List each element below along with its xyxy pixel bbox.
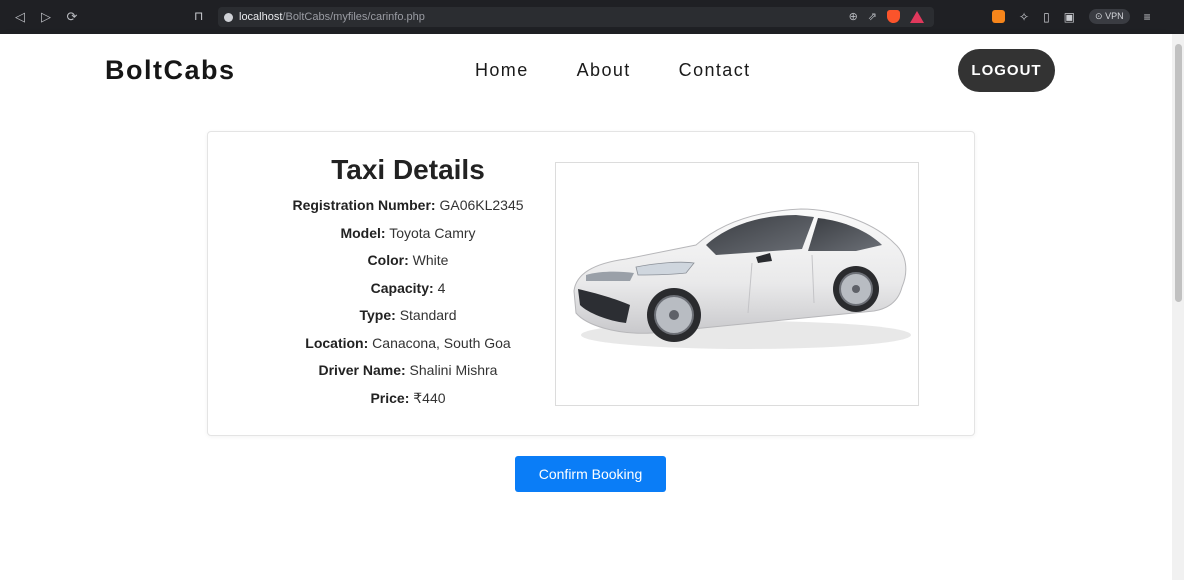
share-icon[interactable]: ⇗: [868, 10, 877, 23]
brave-rewards-icon[interactable]: [910, 10, 924, 23]
browser-extension-icons: ✧ ▯ ▣ ⊙ VPN ≡: [992, 9, 1151, 24]
sidebar-icon[interactable]: ▯: [1043, 10, 1050, 24]
detail-value: Toyota Camry: [389, 224, 476, 241]
nav-contact[interactable]: Contact: [679, 60, 751, 81]
taxi-details-card: Taxi Details Registration Number: GA06KL…: [207, 131, 975, 436]
detail-label: Color:: [367, 252, 409, 268]
site-info-icon[interactable]: [224, 12, 233, 22]
car-illustration: [573, 208, 911, 349]
forward-icon[interactable]: ▷: [38, 9, 54, 25]
detail-label: Registration Number:: [292, 197, 436, 213]
browser-nav-buttons: ◁ ▷ ⟳: [12, 9, 80, 25]
page-title: Taxi Details: [331, 154, 485, 185]
extension-icon[interactable]: [992, 10, 1005, 23]
url-host: localhost: [239, 11, 283, 23]
detail-location: Location: Canacona, South Goa: [248, 330, 568, 358]
detail-label: Type:: [359, 307, 396, 323]
detail-value: 4: [437, 279, 446, 296]
puzzle-icon[interactable]: ✧: [1019, 10, 1029, 24]
detail-value: GA06KL2345: [439, 197, 524, 213]
detail-label: Price:: [370, 389, 410, 406]
scrollbar-thumb[interactable]: [1175, 44, 1182, 302]
zoom-icon[interactable]: ⊕: [849, 10, 858, 23]
detail-label: Model:: [340, 224, 386, 241]
detail-model: Model: Toyota Camry: [248, 220, 568, 248]
detail-label: Driver Name:: [318, 362, 406, 378]
logout-button[interactable]: LOGOUT: [958, 49, 1055, 92]
detail-price: Price: ₹440: [248, 385, 568, 413]
detail-driver: Driver Name: Shalini Mishra: [248, 357, 568, 385]
detail-color: Color: White: [248, 247, 568, 275]
nav-home[interactable]: Home: [475, 60, 529, 81]
bookmark-icon[interactable]: ⊓: [194, 9, 203, 23]
url-path: /BoltCabs/myfiles/carinfo.php: [282, 11, 425, 23]
detail-capacity: Capacity: 4: [248, 275, 568, 303]
vpn-label: VPN: [1105, 11, 1124, 21]
detail-label: Capacity:: [370, 279, 434, 296]
address-bar[interactable]: localhost /BoltCabs/myfiles/carinfo.php …: [218, 7, 934, 27]
taxi-details: Taxi Details Registration Number: GA06KL…: [248, 154, 568, 412]
nav-about[interactable]: About: [577, 60, 631, 81]
menu-icon[interactable]: ≡: [1144, 10, 1151, 24]
reload-icon[interactable]: ⟳: [64, 9, 80, 25]
detail-value: ₹440: [413, 389, 446, 406]
brave-shield-icon[interactable]: [887, 10, 900, 23]
back-icon[interactable]: ◁: [12, 9, 28, 25]
detail-value: Standard: [399, 307, 457, 323]
car-image: [555, 162, 919, 406]
detail-label: Location:: [305, 334, 369, 351]
detail-value: Shalini Mishra: [409, 362, 498, 378]
detail-value: Canacona, South Goa: [372, 334, 511, 351]
wallet-icon[interactable]: ▣: [1064, 10, 1075, 24]
site-logo[interactable]: BoltCabs: [105, 55, 236, 86]
site-header: BoltCabs Home About Contact LOGOUT: [0, 34, 1172, 108]
confirm-booking-button[interactable]: Confirm Booking: [515, 456, 666, 492]
address-bar-icons: ⊕ ⇗: [849, 10, 924, 23]
detail-type: Type: Standard: [248, 302, 568, 330]
main-nav: Home About Contact: [475, 60, 751, 81]
browser-toolbar: ◁ ▷ ⟳ ⊓ localhost /BoltCabs/myfiles/cari…: [0, 0, 1184, 34]
detail-registration: Registration Number: GA06KL2345: [248, 192, 568, 220]
detail-value: White: [412, 252, 449, 268]
vpn-button[interactable]: ⊙ VPN: [1089, 9, 1130, 24]
